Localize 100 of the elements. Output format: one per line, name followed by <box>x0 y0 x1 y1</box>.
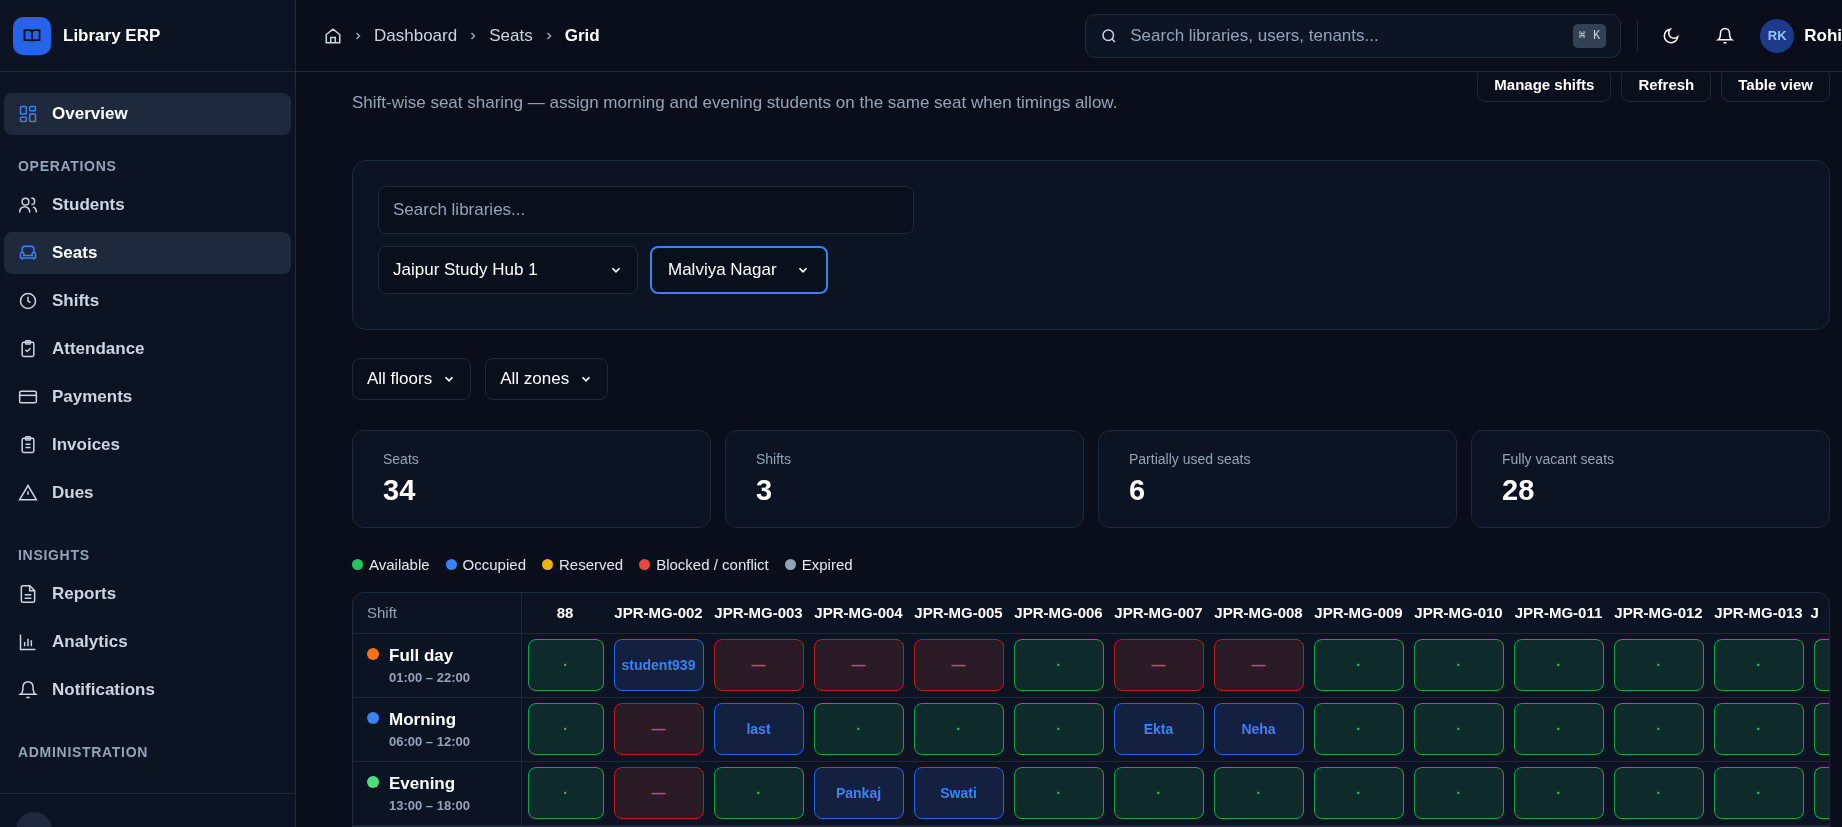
seat-slot[interactable]: · <box>813 703 904 755</box>
seat-slot[interactable]: · <box>1313 767 1404 819</box>
breadcrumb-link[interactable]: Seats <box>489 22 533 49</box>
seat-slot[interactable]: · <box>1713 767 1804 819</box>
seat-slot[interactable]: — <box>913 639 1004 691</box>
seat-slot[interactable]: Pankaj <box>813 767 904 819</box>
nav-item[interactable]: Shifts <box>4 280 291 322</box>
column-header: Shift <box>353 593 521 633</box>
user-avatar[interactable]: RK <box>1760 18 1795 53</box>
legend-label: Blocked / conflict <box>656 554 769 575</box>
seat-slot[interactable]: · <box>527 703 604 755</box>
library-select[interactable]: Jaipur Study Hub 1 <box>378 245 638 294</box>
book-logo-icon <box>13 16 51 55</box>
seat-slot[interactable]: · <box>1413 703 1504 755</box>
seat-slot[interactable]: · <box>1413 767 1504 819</box>
section-heading: ADMINISTRATION <box>17 743 150 762</box>
page-subtitle: Shift-wise seat sharing — assign morning and evening students on the same seat when timings allow. <box>352 92 1118 114</box>
seat-slot[interactable]: · <box>1413 639 1504 691</box>
nav-item[interactable]: Students <box>4 184 291 226</box>
seat-slot[interactable]: — <box>613 767 704 819</box>
clock-icon <box>18 291 38 311</box>
seat-slot[interactable]: — <box>813 639 904 691</box>
clipboard-list-icon <box>18 435 38 455</box>
seat-slot[interactable]: · <box>1013 703 1104 755</box>
stat-value: 34 <box>383 472 417 508</box>
column-header: JPR-MG-006 <box>1008 593 1109 633</box>
column-header: JPR-MG-002 <box>608 593 709 633</box>
seat-slot[interactable]: last <box>713 703 804 755</box>
seat-slot[interactable]: · <box>1613 639 1704 691</box>
seat-slot[interactable]: · <box>1213 767 1304 819</box>
seat-slot[interactable] <box>1813 639 1829 691</box>
action-button[interactable]: Refresh <box>1621 72 1712 102</box>
stat-value: 28 <box>1502 472 1536 508</box>
seat-slot[interactable] <box>1813 703 1829 755</box>
section-heading: INSIGHTS <box>17 546 91 565</box>
seat-slot[interactable]: student939 <box>613 639 704 691</box>
armchair-icon <box>18 243 38 263</box>
seat-slot[interactable]: · <box>1513 639 1604 691</box>
legend-label: Available <box>369 554 430 575</box>
seat-slot[interactable]: — <box>1113 639 1204 691</box>
nav-item[interactable]: Dues <box>4 472 291 514</box>
moon-icon <box>1662 26 1681 45</box>
seat-slot[interactable]: · <box>1013 639 1104 691</box>
seat-slot[interactable]: · <box>1113 767 1204 819</box>
stat-value: 3 <box>756 472 774 508</box>
seat-slot[interactable]: — <box>613 703 704 755</box>
seat-slot[interactable] <box>1813 767 1829 819</box>
seat-slot[interactable]: Neha <box>1213 703 1304 755</box>
seat-slot[interactable]: · <box>1513 703 1604 755</box>
nav-item[interactable]: Invoices <box>4 424 291 466</box>
shift-time: 06:00 – 12:00 <box>389 733 470 751</box>
home-icon[interactable] <box>324 26 342 45</box>
seat-slot[interactable]: · <box>1513 767 1604 819</box>
seat-slot[interactable]: Swati <box>913 767 1004 819</box>
seat-slot[interactable]: · <box>1313 703 1404 755</box>
filter-select[interactable]: All zones <box>485 357 609 400</box>
search-input[interactable]: Search libraries, users, tenants... <box>1130 22 1561 49</box>
seat-slot[interactable]: · <box>1313 639 1404 691</box>
stat-value: 6 <box>1129 472 1147 508</box>
grid-icon <box>18 104 38 124</box>
column-header: JPR-MG-007 <box>1108 593 1209 633</box>
nav-item[interactable]: Overview <box>4 93 291 135</box>
column-header: JPR-MG-011 <box>1508 593 1609 633</box>
seat-slot[interactable]: · <box>527 767 604 819</box>
shift-time: 01:00 – 22:00 <box>389 669 470 687</box>
seat-slot[interactable]: Ekta <box>1113 703 1204 755</box>
seat-slot[interactable]: · <box>527 639 604 691</box>
section-heading: OPERATIONS <box>17 157 118 176</box>
nav-item[interactable]: Seats <box>4 232 291 274</box>
seat-slot[interactable]: · <box>1013 767 1104 819</box>
column-header: JPR-MG-010 <box>1408 593 1509 633</box>
nav-item[interactable]: Attendance <box>4 328 291 370</box>
seat-slot[interactable]: · <box>1613 767 1704 819</box>
seat-slot[interactable]: · <box>713 767 804 819</box>
seat-slot[interactable]: — <box>713 639 804 691</box>
branch-select[interactable]: Malviya Nagar <box>650 245 828 294</box>
nav-item[interactable]: Reports <box>4 573 291 615</box>
stat-label: Partially used seats <box>1129 449 1252 469</box>
legend-label: Occupied <box>462 554 526 575</box>
warning-icon <box>18 483 38 503</box>
action-button[interactable]: Manage shifts <box>1477 72 1612 102</box>
action-button[interactable]: Table view <box>1721 72 1830 102</box>
nav-item[interactable]: Analytics <box>4 621 291 663</box>
bar-chart-icon <box>18 632 38 652</box>
column-header: JPR-MG-005 <box>908 593 1009 633</box>
nav-item[interactable]: Notifications <box>4 669 291 711</box>
filter-select[interactable]: All floors <box>352 357 472 400</box>
library-search-field[interactable]: Search libraries... <box>378 185 914 234</box>
column-header: JPR-MG-004 <box>808 593 909 633</box>
seat-slot[interactable]: — <box>1213 639 1304 691</box>
nav-item[interactable]: Payments <box>4 376 291 418</box>
seat-slot[interactable]: · <box>1713 703 1804 755</box>
column-header: J <box>1808 593 1829 633</box>
seat-slot[interactable]: · <box>1713 639 1804 691</box>
seat-slot[interactable]: · <box>913 703 1004 755</box>
column-header: 88 <box>521 593 609 633</box>
shift-name: Full day <box>389 644 455 667</box>
breadcrumb-link[interactable]: Dashboard <box>374 22 458 49</box>
global-search-field[interactable]: Search libraries, users, tenants... ⌘ K <box>1085 13 1622 58</box>
seat-slot[interactable]: · <box>1613 703 1704 755</box>
